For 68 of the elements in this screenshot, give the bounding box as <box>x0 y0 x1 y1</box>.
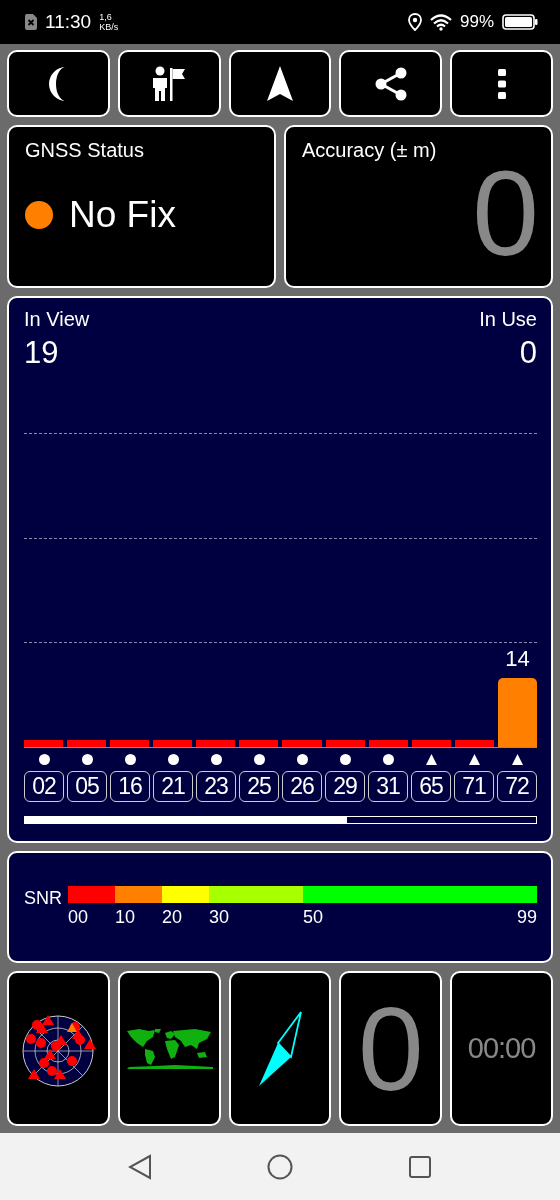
satellite-id: 72 <box>497 771 537 802</box>
circle-icon <box>382 754 394 765</box>
share-icon <box>373 66 408 101</box>
snr-tick-label: 30 <box>209 907 230 928</box>
accuracy-value: 0 <box>472 158 539 268</box>
more-vertical-icon <box>497 68 506 99</box>
snr-tick-label: 50 <box>303 907 324 928</box>
waypoint-button[interactable] <box>117 50 221 117</box>
wifi-icon <box>429 13 452 31</box>
in-use-label: In Use <box>479 308 537 331</box>
snr-tick-label: 99 <box>516 907 537 928</box>
menu-button[interactable] <box>450 50 553 117</box>
satellite-id: 71 <box>454 771 494 802</box>
night-mode-button[interactable] <box>7 50 110 117</box>
circle-icon <box>253 754 265 765</box>
snr-label: SNR <box>24 888 62 909</box>
triangle-icon <box>468 754 480 765</box>
circle-icon <box>296 754 308 765</box>
recents-icon[interactable] <box>408 1154 433 1179</box>
circle-icon <box>167 754 179 765</box>
in-use-count: 0 <box>519 335 537 371</box>
sky-plot-tile[interactable] <box>7 971 110 1126</box>
counter-value: 0 <box>357 989 424 1108</box>
satellite-id: 31 <box>368 771 408 802</box>
card-title: GNSS Status <box>25 139 145 162</box>
battery-percent: 99% <box>459 12 494 32</box>
circle-icon <box>38 754 50 765</box>
arrow-up-icon <box>266 65 294 102</box>
circle-icon <box>339 754 351 765</box>
card-title: Accuracy (± m) <box>302 139 438 162</box>
clock-time: 11:30 <box>45 11 92 33</box>
world-map-tile[interactable] <box>117 971 221 1126</box>
compass-tile[interactable] <box>228 971 332 1126</box>
triangle-icon <box>425 754 437 765</box>
triangle-icon <box>511 754 523 765</box>
in-view-label: In View <box>24 308 90 331</box>
navigate-button[interactable] <box>228 50 332 117</box>
snr-tick-label: 10 <box>115 907 136 928</box>
satellite-count-tile[interactable]: 0 <box>339 971 443 1126</box>
satellite-id: 23 <box>196 771 236 802</box>
satellite-id: 26 <box>282 771 322 802</box>
circle-icon <box>210 754 222 765</box>
circle-icon <box>81 754 93 765</box>
in-view-count: 19 <box>24 335 60 371</box>
fix-status: No Fix <box>69 194 176 236</box>
back-icon[interactable] <box>127 1153 152 1180</box>
satellite-id: 02 <box>24 771 64 802</box>
satellite-id: 21 <box>153 771 193 802</box>
timer-value: 00:00 <box>467 1032 536 1065</box>
satellite-id: 25 <box>239 771 279 802</box>
home-icon[interactable] <box>267 1153 293 1180</box>
satellite-id: 65 <box>411 771 451 802</box>
signal-value: 14 <box>505 646 530 672</box>
satellite-id: 16 <box>110 771 150 802</box>
circle-icon <box>124 754 136 765</box>
person-flag-icon <box>152 65 187 102</box>
satellite-id: 29 <box>325 771 365 802</box>
snr-tick-label: 20 <box>162 907 183 928</box>
share-button[interactable] <box>339 50 443 117</box>
timer-tile[interactable]: 00:00 <box>450 971 553 1126</box>
satellite-id: 05 <box>67 771 107 802</box>
speed-unit: KB/s <box>99 22 119 32</box>
battery-icon <box>502 14 538 30</box>
sim-icon <box>25 14 37 30</box>
compass-needle-icon <box>256 1009 304 1088</box>
speed-value: 1,6 <box>99 12 113 22</box>
location-pin-icon <box>407 13 422 31</box>
snr-tick-label: 00 <box>68 907 89 928</box>
